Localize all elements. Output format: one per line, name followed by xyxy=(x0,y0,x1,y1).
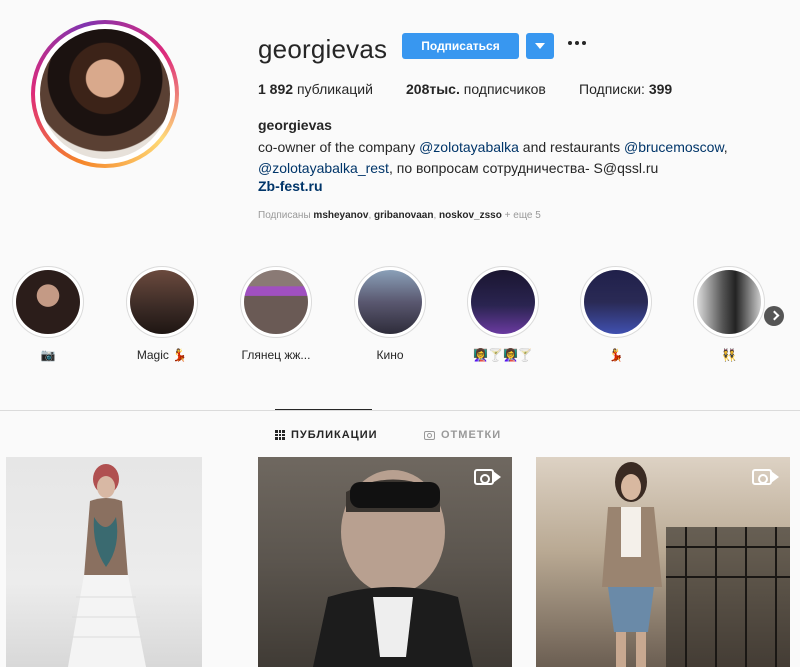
profile-username: georgievas xyxy=(258,34,388,64)
story-ring xyxy=(354,266,426,338)
followed-by-user[interactable]: msheyanov xyxy=(313,210,368,221)
story-thumbnail xyxy=(130,270,194,334)
profile-website-link[interactable]: Zb-fest.ru xyxy=(258,178,323,194)
profile-avatar[interactable] xyxy=(31,20,179,168)
following-stat[interactable]: Подписки: 399 xyxy=(579,81,672,97)
tab-tagged-label: ОТМЕТКИ xyxy=(441,429,502,441)
story-highlight[interactable]: 💃 xyxy=(580,266,652,362)
following-count: 399 xyxy=(648,81,673,97)
bio-text: and restaurants xyxy=(518,139,624,155)
followed-by-user[interactable]: gribanovaan xyxy=(374,210,433,221)
tabs-divider xyxy=(0,410,800,411)
story-highlight[interactable]: 👯 xyxy=(693,266,765,362)
bio-mention-link[interactable]: @zolotayabalka_rest xyxy=(258,160,389,176)
bio-text: co-owner of the company xyxy=(258,139,420,155)
posts-count: 1 892 xyxy=(258,81,294,97)
video-icon xyxy=(752,467,780,487)
followed-by[interactable]: Подписаны msheyanov, gribanovaan, noskov… xyxy=(258,210,541,221)
post-image xyxy=(68,464,146,667)
post-thumbnail[interactable] xyxy=(6,457,202,667)
followed-by-prefix: Подписаны xyxy=(258,210,311,221)
chevron-right-icon[interactable] xyxy=(764,306,784,326)
story-highlight[interactable]: 📷 xyxy=(12,266,84,362)
tag-icon xyxy=(424,430,435,440)
story-highlight[interactable]: Magic 💃 xyxy=(126,266,198,362)
story-label: 👯 xyxy=(721,348,737,362)
profile-full-name: georgievas xyxy=(258,117,332,133)
story-label: Глянец жж... xyxy=(241,348,311,362)
bio-text: , xyxy=(723,139,728,155)
story-label: Magic 💃 xyxy=(136,348,188,362)
story-highlight[interactable]: Кино xyxy=(354,266,426,362)
story-thumbnail xyxy=(358,270,422,334)
story-ring xyxy=(12,266,84,338)
following-label: Подписки: xyxy=(579,81,645,97)
story-thumbnail xyxy=(471,270,535,334)
more-options-icon[interactable] xyxy=(568,38,586,46)
post-image xyxy=(313,470,473,667)
bio-text: , по вопросам сотрудничества- S@qssl.ru xyxy=(388,160,659,176)
story-highlight[interactable]: 👩‍🏫🍸👩‍🏫🍸 xyxy=(467,266,539,362)
video-icon xyxy=(474,467,502,487)
followers-stat[interactable]: 208тыс. подписчиков xyxy=(406,81,546,97)
tab-posts[interactable]: ПУБЛИКАЦИИ xyxy=(275,429,378,441)
follow-button[interactable]: Подписаться xyxy=(402,33,519,59)
avatar-image xyxy=(40,29,170,159)
story-ring xyxy=(240,266,312,338)
story-thumbnail xyxy=(584,270,648,334)
followers-label: подписчиков xyxy=(463,81,546,97)
story-ring xyxy=(580,266,652,338)
posts-label: публикаций xyxy=(296,81,373,97)
followed-by-user[interactable]: noskov_zsso xyxy=(439,210,502,221)
avatar-border xyxy=(35,24,175,164)
followers-count: 208тыс. xyxy=(406,81,460,97)
story-thumbnail xyxy=(16,270,80,334)
story-ring xyxy=(693,266,765,338)
story-thumbnail xyxy=(244,270,308,334)
tab-posts-label: ПУБЛИКАЦИИ xyxy=(291,429,378,441)
profile-bio: co-owner of the company @zolotayabalka a… xyxy=(258,137,738,179)
post-thumbnail[interactable] xyxy=(258,457,512,667)
story-ring xyxy=(467,266,539,338)
story-ring xyxy=(126,266,198,338)
post-thumbnail[interactable] xyxy=(536,457,790,667)
post-image xyxy=(602,462,790,667)
posts-stat: 1 892 публикаций xyxy=(258,81,373,97)
followed-by-more: + еще 5 xyxy=(504,210,541,221)
story-thumbnail xyxy=(697,270,761,334)
bio-mention-link[interactable]: @zolotayabalka xyxy=(419,139,519,155)
active-tab-indicator xyxy=(275,409,372,410)
story-highlight[interactable]: Глянец жж... xyxy=(240,266,312,362)
suggestions-dropdown-button[interactable] xyxy=(526,33,554,59)
bio-mention-link[interactable]: @brucemoscow xyxy=(624,139,724,155)
tab-tagged[interactable]: ОТМЕТКИ xyxy=(424,429,501,441)
grid-icon xyxy=(275,430,285,440)
